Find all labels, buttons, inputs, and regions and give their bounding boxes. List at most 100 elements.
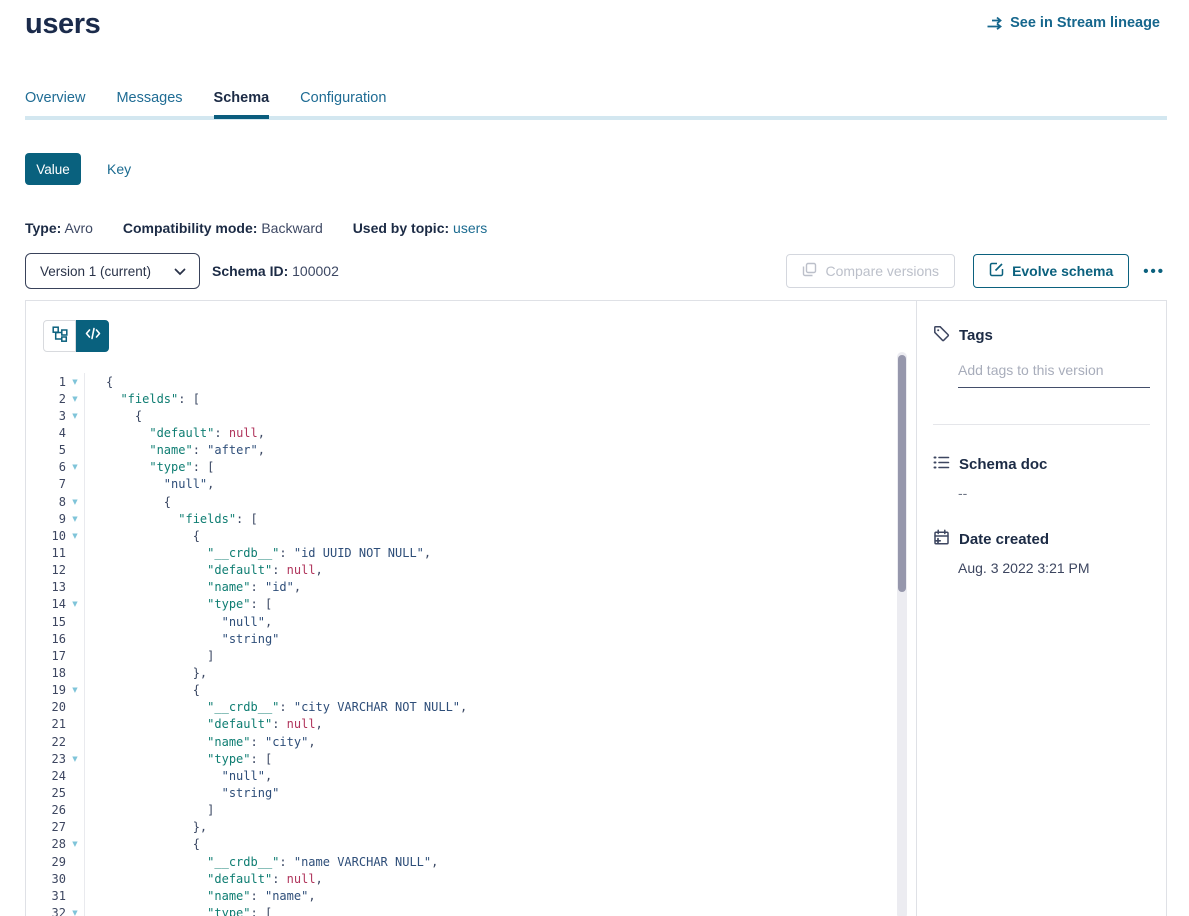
view-mode-toggle — [43, 320, 109, 352]
code-view-button[interactable] — [76, 320, 109, 352]
code-line: 19▼ { — [26, 682, 896, 699]
schema-type: Type: Avro — [25, 220, 93, 236]
tags-heading-label: Tags — [959, 327, 993, 344]
tab-configuration[interactable]: Configuration — [300, 90, 386, 119]
line-number: 15 — [26, 615, 66, 629]
code-text: "fields": [ — [85, 392, 200, 406]
code-line: 1▼{ — [26, 373, 896, 390]
schema-doc-heading: Schema doc — [933, 455, 1150, 474]
fold-spacer — [66, 784, 85, 801]
line-number: 25 — [26, 786, 66, 800]
code-scrollbar-thumb[interactable] — [898, 355, 906, 592]
fold-arrow-icon[interactable]: ▼ — [66, 836, 85, 853]
fold-spacer — [66, 647, 85, 664]
code-text: "name": "city", — [85, 735, 316, 749]
fold-spacer — [66, 819, 85, 836]
fold-spacer — [66, 733, 85, 750]
fold-arrow-icon[interactable]: ▼ — [66, 904, 85, 916]
code-line: 5 "name": "after", — [26, 442, 896, 459]
fold-arrow-icon[interactable]: ▼ — [66, 750, 85, 767]
see-in-stream-lineage-link[interactable]: See in Stream lineage — [986, 15, 1160, 31]
line-number: 5 — [26, 443, 66, 457]
key-toggle-button[interactable]: Key — [107, 161, 131, 177]
evolve-schema-button[interactable]: Evolve schema — [973, 254, 1129, 288]
chevron-down-icon — [174, 264, 186, 279]
edit-icon — [989, 262, 1004, 280]
code-text: { — [85, 495, 171, 509]
tags-section-heading: Tags — [933, 325, 1150, 346]
code-line: 22 "name": "city", — [26, 733, 896, 750]
line-number: 6 — [26, 460, 66, 474]
fold-spacer — [66, 802, 85, 819]
fold-spacer — [66, 767, 85, 784]
fold-arrow-icon[interactable]: ▼ — [66, 510, 85, 527]
code-text: "default": null, — [85, 426, 265, 440]
line-number: 1 — [26, 375, 66, 389]
code-text: "default": null, — [85, 563, 323, 577]
code-line: 15 "null", — [26, 613, 896, 630]
code-scrollbar[interactable] — [897, 352, 907, 916]
fold-arrow-icon[interactable]: ▼ — [66, 407, 85, 424]
fold-arrow-icon[interactable]: ▼ — [66, 493, 85, 510]
version-select[interactable]: Version 1 (current) — [25, 253, 200, 289]
code-text: ] — [85, 803, 214, 817]
tree-view-button[interactable] — [43, 320, 76, 352]
code-text: "string" — [85, 786, 279, 800]
tag-icon — [933, 325, 950, 346]
fold-spacer — [66, 630, 85, 647]
code-text: "type": [ — [85, 906, 272, 916]
code-line: 21 "default": null, — [26, 716, 896, 733]
line-number: 31 — [26, 889, 66, 903]
fold-arrow-icon[interactable]: ▼ — [66, 459, 85, 476]
topic-link[interactable]: users — [453, 220, 487, 236]
fold-spacer — [66, 887, 85, 904]
compare-versions-button[interactable]: Compare versions — [786, 254, 955, 288]
compatibility-label: Compatibility mode: — [123, 220, 258, 236]
used-by-topic: Used by topic: users — [353, 220, 488, 236]
value-key-toggle: Value Key — [25, 153, 131, 185]
compatibility-value: Backward — [261, 220, 322, 236]
fold-arrow-icon[interactable]: ▼ — [66, 596, 85, 613]
code-line: 8▼ { — [26, 493, 896, 510]
code-text: "__crdb__": "city VARCHAR NOT NULL", — [85, 700, 467, 714]
code-text: "type": [ — [85, 752, 272, 766]
tab-overview[interactable]: Overview — [25, 90, 85, 119]
value-toggle-button[interactable]: Value — [25, 153, 81, 185]
line-number: 7 — [26, 477, 66, 491]
tab-schema[interactable]: Schema — [214, 90, 270, 119]
code-text: "default": null, — [85, 717, 323, 731]
tab-messages[interactable]: Messages — [116, 90, 182, 119]
code-line: 6▼ "type": [ — [26, 459, 896, 476]
fold-arrow-icon[interactable]: ▼ — [66, 682, 85, 699]
code-line: 7 "null", — [26, 476, 896, 493]
code-text: "name": "name", — [85, 889, 316, 903]
code-line: 25 "string" — [26, 784, 896, 801]
code-text: { — [85, 837, 200, 851]
stream-lineage-icon — [986, 16, 1003, 31]
type-value: Avro — [64, 220, 93, 236]
code-line: 2▼ "fields": [ — [26, 390, 896, 407]
line-number: 13 — [26, 580, 66, 594]
fold-arrow-icon[interactable]: ▼ — [66, 373, 85, 390]
fold-spacer — [66, 716, 85, 733]
code-line: 16 "string" — [26, 630, 896, 647]
fold-spacer — [66, 544, 85, 561]
schema-panel: 1▼{2▼ "fields": [3▼ {4 "default": null,5… — [25, 300, 1167, 916]
schema-id: Schema ID: 100002 — [212, 263, 339, 279]
fold-spacer — [66, 424, 85, 441]
code-text: { — [85, 409, 142, 423]
fold-spacer — [66, 579, 85, 596]
code-line: 29 "__crdb__": "name VARCHAR NULL", — [26, 853, 896, 870]
code-text: "null", — [85, 769, 272, 783]
add-tags-input[interactable] — [958, 362, 1150, 388]
line-number: 9 — [26, 512, 66, 526]
topic-label: Used by topic: — [353, 220, 449, 236]
fold-arrow-icon[interactable]: ▼ — [66, 527, 85, 544]
more-options-button[interactable]: ••• — [1141, 259, 1167, 284]
code-line: 32▼ "type": [ — [26, 904, 896, 916]
code-text: "type": [ — [85, 597, 272, 611]
fold-arrow-icon[interactable]: ▼ — [66, 390, 85, 407]
fold-spacer — [66, 562, 85, 579]
code-text: "null", — [85, 615, 272, 629]
code-line: 27 }, — [26, 819, 896, 836]
